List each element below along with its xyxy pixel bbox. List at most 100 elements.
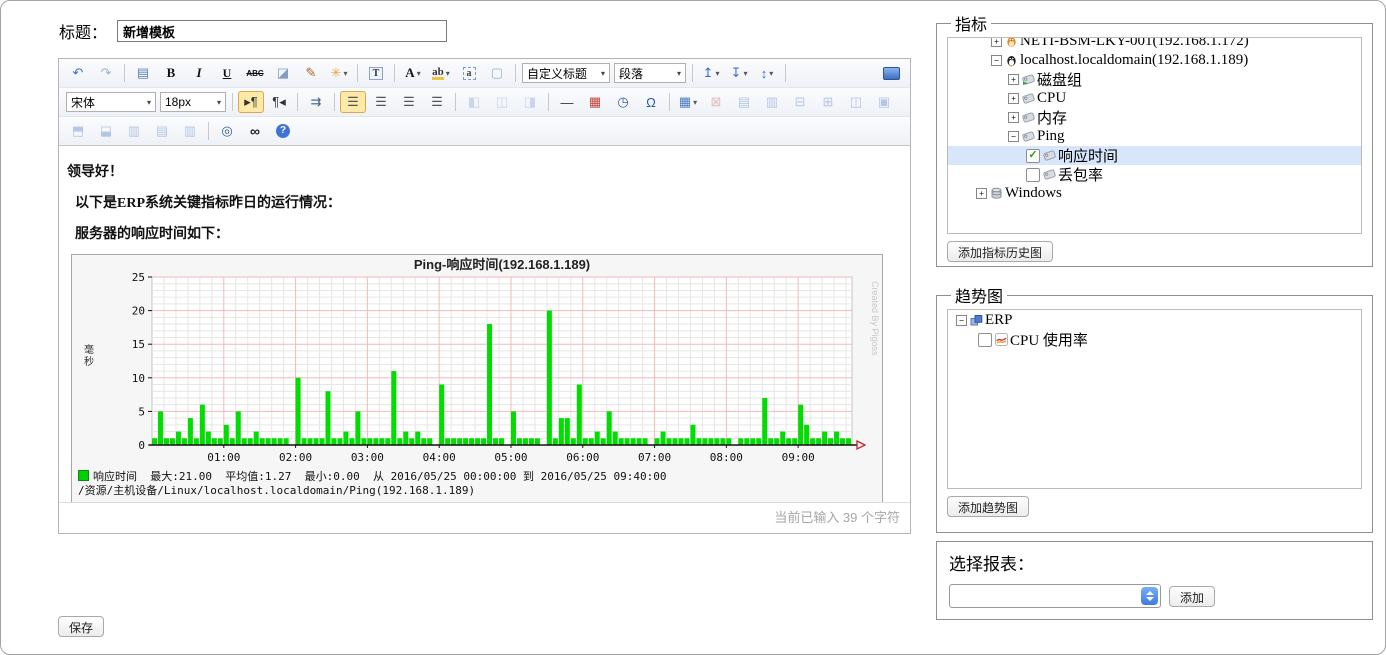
paste-as-text-icon[interactable]: T (363, 62, 389, 84)
trend-tree[interactable]: −ERPCPU 使用率 (947, 309, 1362, 489)
ping-chart-image[interactable]: 051015202501:0002:0003:0004:0005:0006:00… (71, 254, 883, 502)
fullscreen-icon[interactable] (878, 62, 904, 84)
insert-table-icon[interactable]: ▦▾ (675, 91, 701, 113)
indicators-tree[interactable]: +NETI-BSM-LKY-001(192.168.1.172) − localho… (947, 37, 1362, 234)
add-indicator-history-button[interactable]: 添加指标历史图 (947, 241, 1053, 262)
toolbar-row-3: ⬒⬓▥▤▥◎∞? (59, 117, 910, 146)
toolbar-row-2: 宋体▾18px▾▸¶¶◂⇉☰☰☰☰◧◫◨—▦◷Ω▦▾⊠▤▥⊟⊞◫▣ (59, 88, 910, 117)
report-panel: 选择报表： 添加 (936, 541, 1373, 620)
editor-paragraph: 服务器的响应时间如下： (67, 223, 902, 243)
tree-item-neti-bsm-lky-001[interactable]: +NETI-BSM-LKY-001(192.168.1.172) (948, 37, 1361, 51)
checkbox-checked[interactable]: ✓ (1026, 149, 1040, 163)
select-stepper-icon[interactable] (1141, 587, 1158, 605)
tree-item-erp[interactable]: −ERP (948, 311, 1361, 330)
rtl-paragraph-icon[interactable]: ¶◂ (266, 91, 292, 113)
margin-bottom-icon[interactable]: ↧▾ (726, 62, 752, 84)
indent-icon[interactable]: ⇉ (303, 91, 329, 113)
save-button[interactable]: 保存 (58, 616, 104, 637)
font-color-icon[interactable]: A▾ (400, 62, 426, 84)
checkbox-unchecked[interactable] (978, 333, 992, 347)
tree-item-label: 内存 (1037, 107, 1067, 128)
svg-text:09:00: 09:00 (782, 451, 815, 464)
underline-icon[interactable]: U (214, 62, 240, 84)
paragraph-format-select[interactable]: 段落▾ (614, 63, 686, 83)
svg-text:04:00: 04:00 (423, 451, 456, 464)
align-left-icon[interactable]: ☰ (340, 91, 366, 113)
template-title-label: 标题： (59, 19, 107, 43)
svg-text:08:00: 08:00 (710, 451, 743, 464)
chevron-down-icon: ▾ (693, 98, 697, 107)
editor-content-area[interactable]: 领导好！ 以下是ERP系统关键指标昨日的运行情况： 服务器的响应时间如下： 05… (59, 146, 910, 502)
add-trend-chart-button[interactable]: 添加趋势图 (947, 496, 1029, 517)
tree-item-ping[interactable]: − Ping (948, 127, 1361, 146)
tag-icon (1043, 149, 1056, 162)
line-height-icon[interactable]: ↕▾ (754, 62, 780, 84)
bold-icon[interactable]: B (158, 62, 184, 84)
horizontal-rule-icon[interactable]: — (554, 91, 580, 113)
legend-swatch-icon (78, 470, 89, 481)
merge-right-icon: ⊟ (787, 91, 813, 113)
help-icon[interactable]: ? (270, 120, 296, 142)
svg-text:毫秒: 毫秒 (84, 343, 94, 368)
font-size-select[interactable]: 18px▾ (160, 92, 226, 112)
db-icon (990, 187, 1003, 200)
trend-panel-legend: 趋势图 (951, 283, 1007, 307)
align-justify-icon[interactable]: ☰ (424, 91, 450, 113)
report-select[interactable] (949, 584, 1161, 608)
magic-format-icon[interactable]: ✳▾ (326, 62, 352, 84)
tree-item-response-time[interactable]: ✓响应时间 (948, 146, 1361, 165)
insert-row-above-icon: ⬒ (65, 120, 91, 142)
insert-time-icon[interactable]: ◷ (610, 91, 636, 113)
find-replace-icon[interactable]: ∞ (242, 120, 268, 142)
tree-item-memory[interactable]: + 内存 (948, 108, 1361, 127)
align-right-icon[interactable]: ☰ (396, 91, 422, 113)
full-width-cell-icon: ▣ (871, 91, 897, 113)
tree-item-packet-loss[interactable]: 丢包率 (948, 165, 1361, 184)
toolbar-separator (208, 122, 209, 140)
tree-item-label: 磁盘组 (1037, 69, 1082, 90)
special-char-icon[interactable]: Ω (638, 91, 664, 113)
strikethrough-icon[interactable]: ABC (242, 62, 268, 84)
margin-top-icon[interactable]: ↥▾ (698, 62, 724, 84)
collapse-icon[interactable]: − (991, 55, 1002, 66)
align-center-icon[interactable]: ☰ (368, 91, 394, 113)
inline-code-icon[interactable]: a (456, 62, 482, 84)
new-document-icon[interactable]: ▢ (484, 62, 510, 84)
expand-icon[interactable]: + (976, 188, 987, 199)
svg-text:05:00: 05:00 (494, 451, 527, 464)
heading-style-select[interactable]: 自定义标题▾ (522, 63, 610, 83)
redo-icon[interactable]: ↷ (93, 62, 119, 84)
quick-typeset-icon[interactable]: ▤ (130, 62, 156, 84)
italic-icon[interactable]: I (186, 62, 212, 84)
insert-row-below-icon: ⬓ (93, 120, 119, 142)
tree-item-disk-group[interactable]: + 磁盘组 (948, 70, 1361, 89)
insert-date-icon[interactable]: ▦ (582, 91, 608, 113)
expand-icon[interactable]: + (1008, 74, 1019, 85)
tag-icon (1043, 168, 1056, 181)
tree-item-cpu-usage[interactable]: CPU 使用率 (948, 330, 1361, 349)
template-title-input[interactable] (117, 20, 447, 42)
ltr-paragraph-icon[interactable]: ▸¶ (238, 91, 264, 113)
tree-item-label: localhost.localdomain(192.168.1.189) (1020, 52, 1248, 69)
remove-format-icon[interactable]: ◪ (270, 62, 296, 84)
tree-item-cpu[interactable]: +CPU (948, 89, 1361, 108)
tree-item-label: Ping (1037, 128, 1065, 145)
expand-icon[interactable]: + (991, 37, 1002, 47)
preview-icon[interactable]: ◎ (214, 120, 240, 142)
cell-prop-icon: ▥ (759, 91, 785, 113)
expand-icon[interactable]: + (1008, 93, 1019, 104)
editor-statusbar: 当前已输入 39 个字符 (59, 502, 910, 533)
collapse-icon[interactable]: − (1008, 131, 1019, 142)
chevron-down-icon: ▾ (677, 69, 681, 78)
font-family-select[interactable]: 宋体▾ (66, 92, 156, 112)
checkbox-unchecked[interactable] (1026, 168, 1040, 182)
undo-icon[interactable]: ↶ (65, 62, 91, 84)
expand-icon[interactable]: + (1008, 112, 1019, 123)
collapse-icon[interactable]: − (956, 315, 967, 326)
highlight-color-icon[interactable]: ab▾ (428, 62, 454, 84)
tree-item-windows[interactable]: +Windows (948, 184, 1361, 203)
format-painter-icon[interactable]: ✎ (298, 62, 324, 84)
add-report-button[interactable]: 添加 (1169, 586, 1215, 607)
table-prop-icon: ▤ (731, 91, 757, 113)
tree-item-localhost[interactable]: − localhost.localdomain(192.168.1.189) (948, 51, 1361, 70)
